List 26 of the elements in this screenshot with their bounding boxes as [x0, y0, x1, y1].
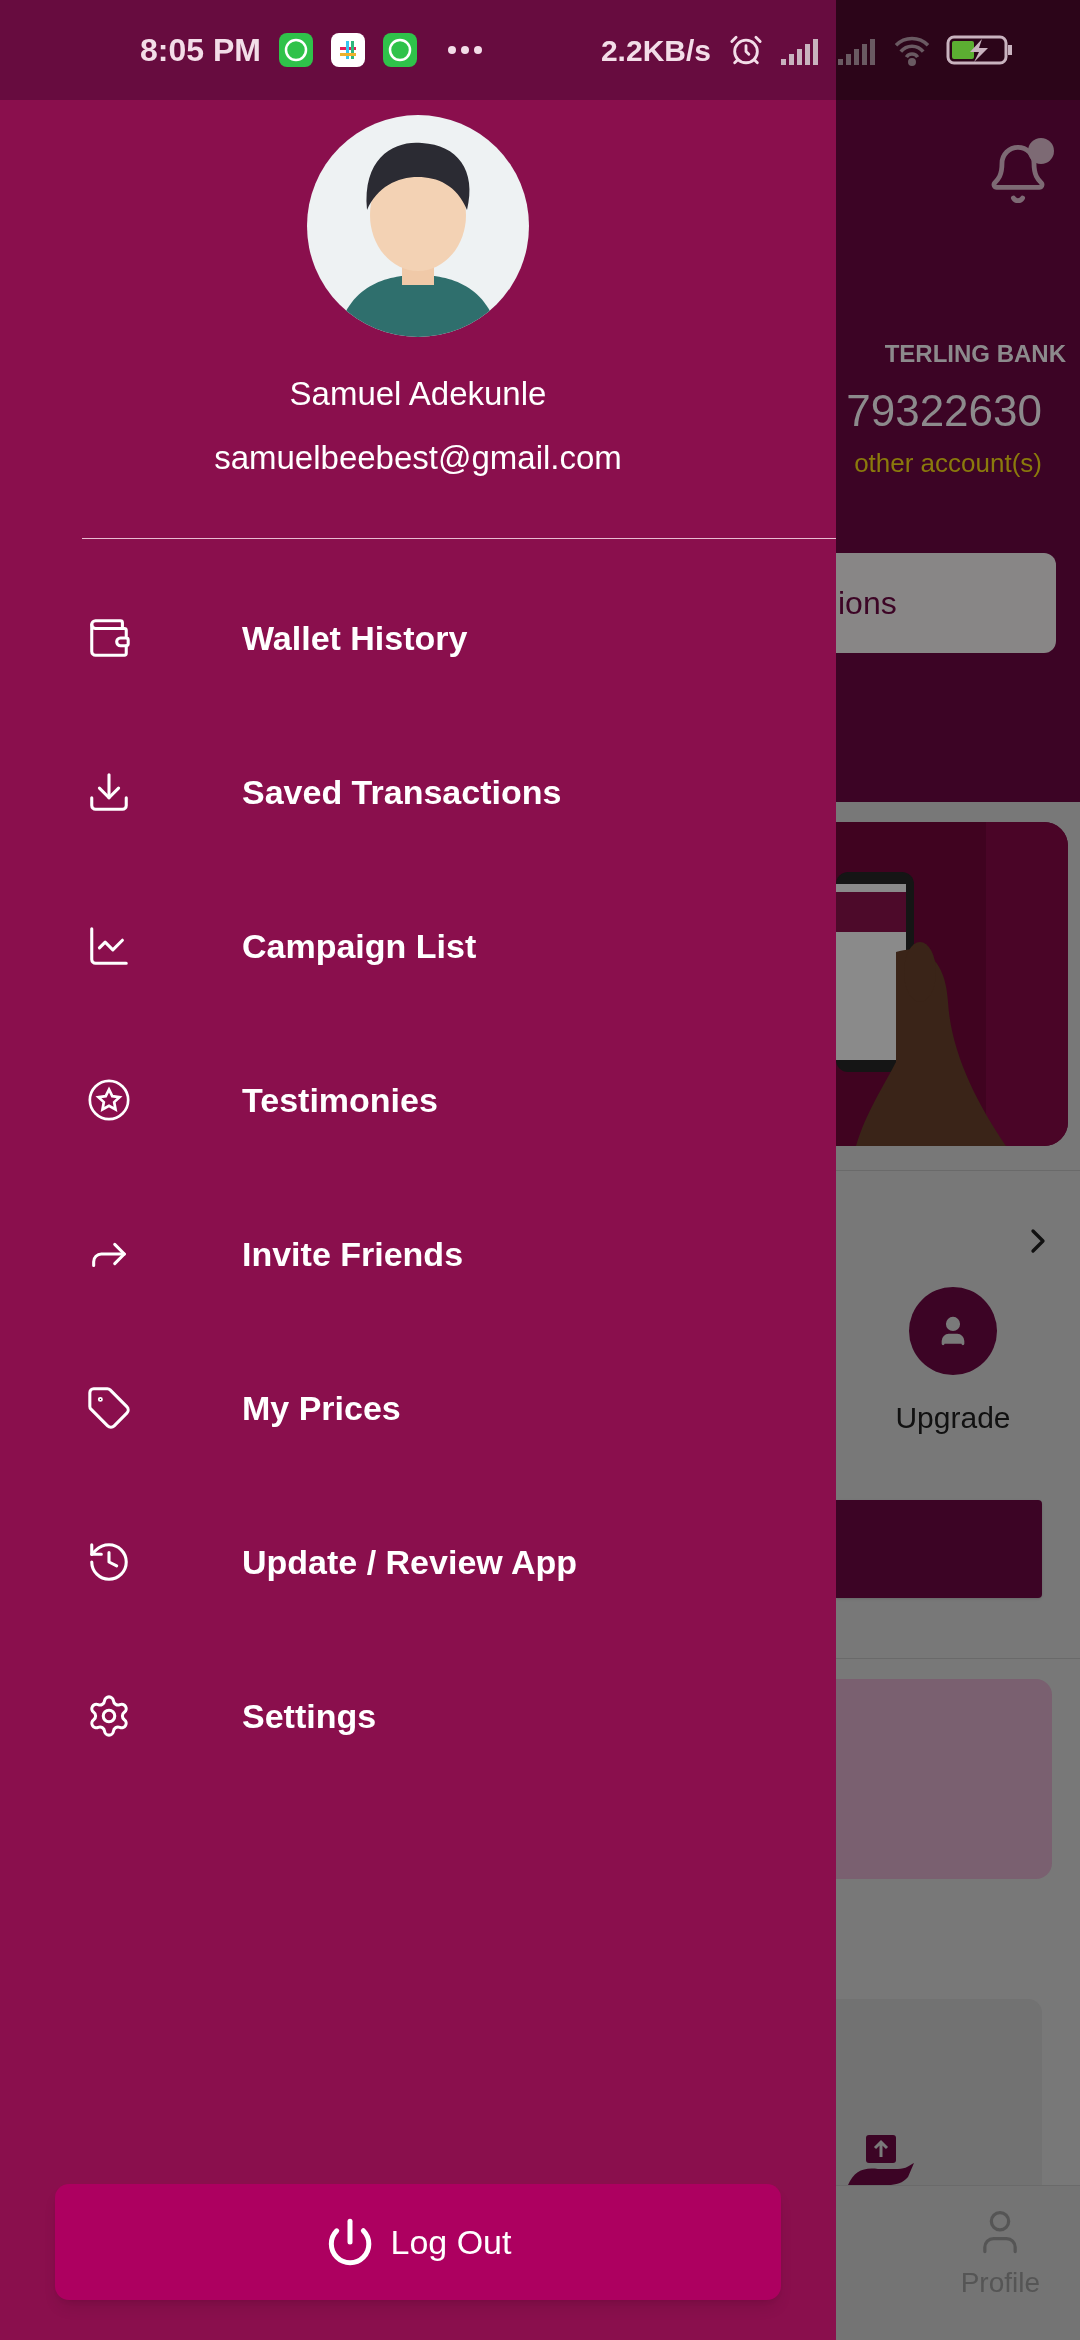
user-email: samuelbeebest@gmail.com — [214, 437, 622, 478]
upgrade-label: Upgrade — [895, 1400, 1011, 1436]
menu-item[interactable]: Update / Review App — [0, 1485, 836, 1639]
menu-item[interactable]: Campaign List — [0, 869, 836, 1023]
tag-icon — [86, 1385, 132, 1431]
battery-icon — [946, 34, 1014, 66]
grid-app-icon — [330, 33, 365, 67]
menu-item[interactable]: Testimonies — [0, 1023, 836, 1177]
menu-item[interactable]: My Prices — [0, 1331, 836, 1485]
network-speed: 2.2KB/s — [600, 32, 711, 69]
menu-item[interactable]: Saved Transactions — [0, 715, 836, 869]
chat-app-icon — [382, 33, 417, 67]
user-name: Samuel Adekunle — [289, 374, 547, 414]
bank-name: TERLING BANK — [884, 339, 1066, 369]
chat-app-icon — [278, 33, 313, 67]
action-button[interactable]: ions — [836, 553, 1056, 653]
logout-button[interactable]: Log Out — [55, 2184, 781, 2300]
menu-item[interactable]: Invite Friends — [0, 1177, 836, 1331]
account-number: 79322630 — [846, 385, 1042, 437]
accounts-link[interactable]: other account(s) — [854, 444, 1042, 483]
alarm-icon — [729, 33, 763, 67]
wifi-icon — [892, 34, 932, 66]
menu-item[interactable]: Wallet History — [0, 561, 836, 715]
status-time: 8:05 PM — [140, 31, 261, 70]
menu-item[interactable]: Settings — [0, 1639, 836, 1793]
more-icon — [446, 45, 483, 55]
